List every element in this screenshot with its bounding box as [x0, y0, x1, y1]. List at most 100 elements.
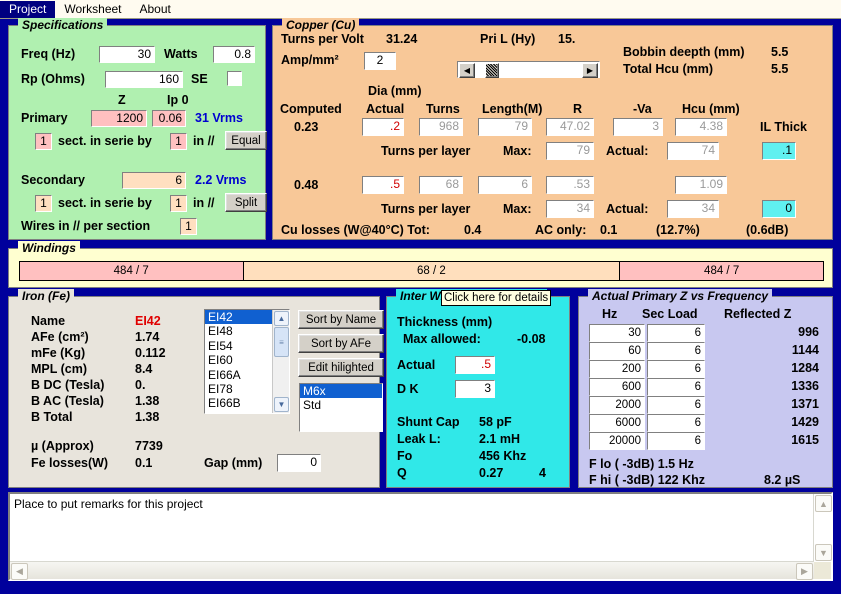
watts-label: Watts [164, 47, 198, 61]
shunt-cap-value: 58 pF [479, 415, 512, 429]
primary-z-input[interactable]: 1200 [91, 110, 147, 127]
scroll-thumb[interactable] [485, 63, 499, 78]
col-va-header: -Va [633, 102, 652, 116]
hz-input[interactable]: 2000 [589, 396, 645, 414]
row2-actual-input[interactable]: .5 [362, 176, 404, 194]
reflected-z-value: 1144 [791, 343, 819, 357]
secondary-sections-input[interactable]: 1 [35, 195, 52, 212]
core-list[interactable]: EI42 EI48 EI54 EI60 EI66A EI78 EI66B EI8… [204, 309, 290, 414]
sort-by-afe-button[interactable]: Sort by AFe [298, 334, 384, 353]
il-thick-label: IL Thick [760, 120, 808, 134]
reflected-z-value: 1615 [791, 433, 819, 447]
windings-caption: Windings [18, 241, 80, 255]
max-label-1: Max: [503, 144, 532, 158]
core-list-scroll-thumb[interactable]: ≡ [274, 327, 289, 357]
rp-input[interactable]: 160 [105, 71, 183, 88]
scroll-down-icon[interactable]: ▼ [274, 397, 289, 412]
iwi-actual-input[interactable]: .5 [455, 356, 495, 374]
sec-load-input[interactable]: 6 [647, 414, 705, 432]
material-list[interactable]: M6x Std [299, 383, 383, 432]
watts-input[interactable]: 0.8 [213, 46, 255, 63]
remarks-horizontal-scrollbar[interactable]: ◀ ▶ [10, 561, 814, 580]
windings-bar[interactable]: 484 / 7 68 / 2 484 / 7 [19, 261, 824, 281]
menu-item-project[interactable]: Project [0, 0, 56, 18]
reflected-z-value: 1371 [791, 397, 819, 411]
us-value: 8.2 µS [764, 473, 801, 487]
winding-segment-3[interactable]: 484 / 7 [620, 262, 823, 280]
iron-name-value: EI42 [135, 314, 161, 328]
turns-per-layer-label-2: Turns per layer [381, 202, 471, 216]
material-list-item[interactable]: Std [300, 398, 382, 412]
dk-label: D K [397, 382, 419, 396]
winding-segment-1[interactable]: 484 / 7 [20, 262, 244, 280]
scroll-down-icon[interactable]: ▼ [815, 544, 832, 561]
ac-only-label: AC only: [535, 223, 587, 237]
scroll-right-icon[interactable]: ▶ [582, 63, 598, 78]
menu-item-worksheet[interactable]: Worksheet [55, 1, 130, 18]
secondary-vrms: 2.2 Vrms [195, 173, 247, 187]
max-label-2: Max: [503, 202, 532, 216]
secondary-parallel-input[interactable]: 1 [170, 195, 187, 212]
scroll-left-icon[interactable]: ◀ [11, 563, 28, 580]
pri-l-scrollbar[interactable]: ◀ ▶ [457, 61, 600, 78]
secondary-parallel-label: in // [193, 196, 215, 210]
sec-load-input[interactable]: 6 [647, 360, 705, 378]
actual-label-2: Actual: [606, 202, 649, 216]
remarks-textarea[interactable]: Place to put remarks for this project ▲ … [8, 492, 833, 581]
shunt-cap-label: Shunt Cap [397, 415, 460, 429]
iron-bdc-value: 0. [135, 378, 146, 392]
sec-load-input[interactable]: 6 [647, 324, 705, 342]
menu-bar: Project Worksheet About [0, 0, 841, 19]
hz-input[interactable]: 6000 [589, 414, 645, 432]
primary-sections-input[interactable]: 1 [35, 133, 52, 150]
iron-mu-label: µ (Approx) [31, 439, 94, 453]
iron-bac-label: B AC (Tesla) [31, 394, 104, 408]
winding-segment-2[interactable]: 68 / 2 [243, 262, 621, 280]
scroll-up-icon[interactable]: ▲ [815, 495, 832, 512]
hz-input[interactable]: 60 [589, 342, 645, 360]
pri-l-label: Pri L (Hy) [480, 32, 536, 46]
gap-input[interactable]: 0 [277, 454, 321, 472]
primary-ip-input[interactable]: 0.06 [152, 110, 186, 127]
reflected-z-value: 1336 [791, 379, 819, 393]
iron-bac-value: 1.38 [135, 394, 160, 408]
row2-il-thick-input[interactable]: 0 [762, 200, 796, 218]
row1-length: 79 [478, 118, 532, 136]
se-checkbox[interactable] [227, 71, 242, 86]
hz-input[interactable]: 600 [589, 378, 645, 396]
scroll-right-icon[interactable]: ▶ [796, 563, 813, 580]
dk-input[interactable]: 3 [455, 380, 495, 398]
cu-losses-total: 0.4 [464, 223, 482, 237]
sec-load-input[interactable]: 6 [647, 342, 705, 360]
primary-parallel-input[interactable]: 1 [170, 133, 187, 150]
wires-per-section-input[interactable]: 1 [180, 218, 197, 235]
secondary-z-input[interactable]: 6 [122, 172, 186, 189]
cu-losses-db: (0.6dB) [746, 223, 789, 237]
remarks-vertical-scrollbar[interactable]: ▲ ▼ [813, 494, 832, 562]
hz-input[interactable]: 30 [589, 324, 645, 342]
row1-il-thick-input[interactable]: .1 [762, 142, 796, 160]
equal-button[interactable]: Equal [225, 131, 267, 150]
max-allowed-value: -0.08 [517, 332, 546, 346]
row1-actual-input[interactable]: .2 [362, 118, 404, 136]
core-list-scrollbar[interactable]: ▲ ≡ ▼ [272, 310, 289, 413]
edit-hilighted-button[interactable]: Edit hilighted [298, 358, 384, 377]
scroll-up-icon[interactable]: ▲ [274, 311, 289, 326]
material-list-item[interactable]: M6x [300, 384, 382, 399]
split-button[interactable]: Split [225, 193, 267, 212]
hz-input[interactable]: 20000 [589, 432, 645, 450]
scroll-left-icon[interactable]: ◀ [459, 63, 475, 78]
sort-by-name-button[interactable]: Sort by Name [298, 310, 384, 329]
max-allowed-label: Max allowed: [403, 332, 481, 346]
menu-item-about[interactable]: About [131, 1, 180, 18]
row2-turns: 68 [419, 176, 463, 194]
col-reflected-header: Reflected Z [724, 307, 792, 321]
reflected-z-value: 1429 [791, 415, 819, 429]
freq-input[interactable]: 30 [99, 46, 155, 63]
sec-load-input[interactable]: 6 [647, 378, 705, 396]
sec-load-input[interactable]: 6 [647, 396, 705, 414]
amp-mm2-input[interactable]: 2 [364, 52, 396, 70]
sec-load-input[interactable]: 6 [647, 432, 705, 450]
hz-input[interactable]: 200 [589, 360, 645, 378]
specifications-caption: Specifications [18, 18, 108, 32]
